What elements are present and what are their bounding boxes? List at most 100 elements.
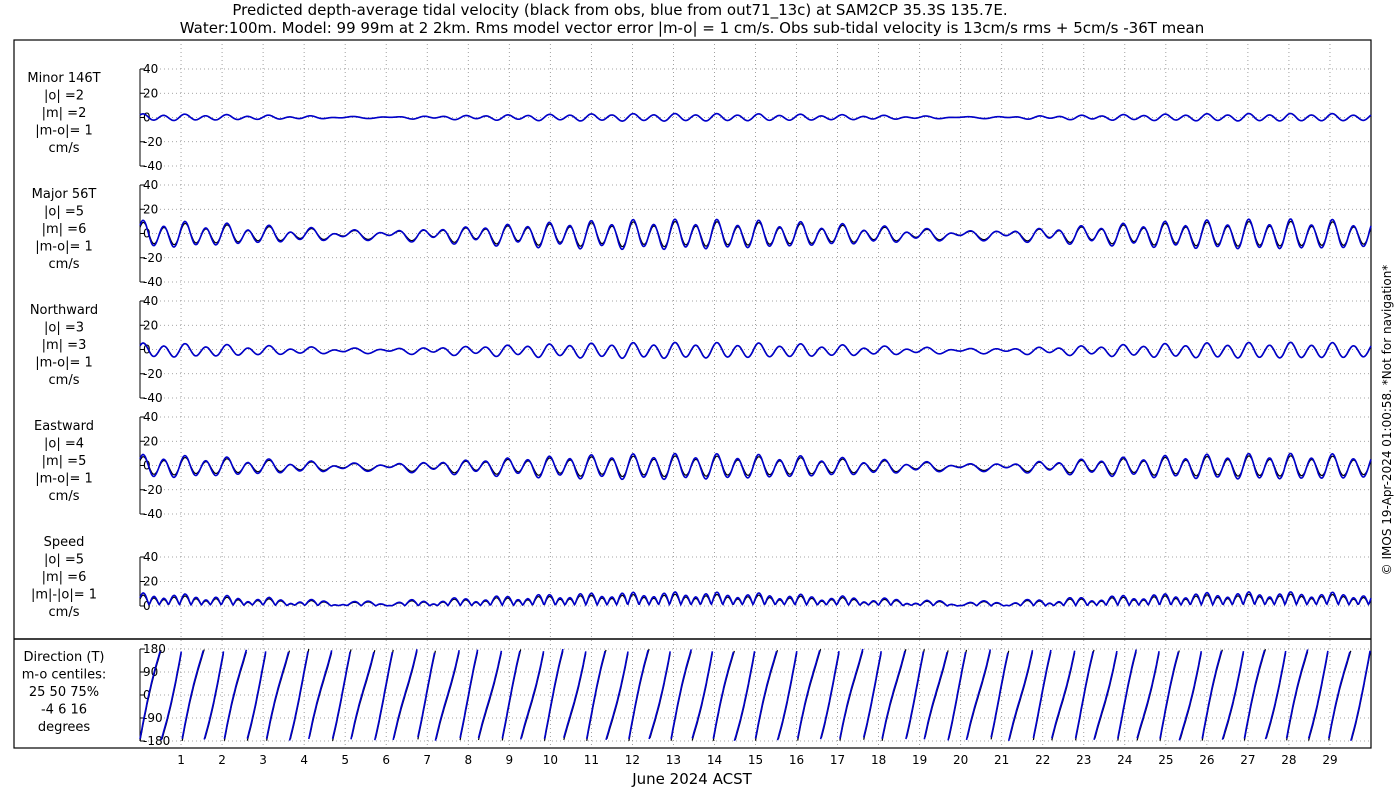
model-direction-segment — [223, 649, 248, 739]
x-axis-label: June 2024 ACST — [631, 770, 752, 788]
x-tick-label: 2 — [218, 753, 226, 767]
model-direction-segment — [477, 650, 503, 739]
x-tick-label: 10 — [543, 753, 558, 767]
y-tick-label: 40 — [143, 62, 158, 76]
model-direction-segment — [1328, 651, 1351, 739]
y-tick-label: -20 — [143, 251, 163, 265]
panel-label-line: |m-o|= 1 — [35, 356, 93, 371]
x-tick-label: 12 — [625, 753, 640, 767]
model-direction-segment — [288, 651, 309, 741]
y-tick-label: -20 — [143, 483, 163, 497]
model-direction-segment — [331, 651, 351, 739]
obs-direction-segment — [1328, 650, 1352, 741]
model-series-line — [139, 452, 1372, 481]
model-series-line — [139, 341, 1372, 360]
panel-label-line: -4 6 16 — [41, 703, 87, 718]
panel-label-line: cm/s — [49, 489, 80, 504]
model-direction-segment — [1285, 649, 1309, 739]
chart-title-line-1: Predicted depth-average tidal velocity (… — [232, 1, 1007, 20]
x-tick-label: 27 — [1240, 753, 1255, 767]
x-tick-label: 3 — [259, 753, 267, 767]
panel-label-line: |o| =4 — [44, 437, 84, 452]
x-tick-label: 29 — [1322, 753, 1337, 767]
model-direction-segment — [965, 649, 992, 741]
model-direction-segment — [923, 651, 948, 740]
model-direction-segment — [733, 651, 756, 742]
x-tick-label: 13 — [666, 753, 681, 767]
y-tick-label: 40 — [143, 178, 158, 192]
model-direction-segment — [1178, 651, 1203, 741]
x-tick-label: 23 — [1076, 753, 1091, 767]
model-direction-segment — [563, 651, 587, 739]
obs-direction-segment — [670, 651, 692, 741]
y-tick-label: -20 — [143, 135, 163, 149]
y-tick-label: 20 — [143, 575, 158, 589]
copyright-notice: © IMOS 19-Apr-2024 01:00:58. *Not for na… — [1380, 265, 1394, 576]
obs-direction-segment — [266, 650, 291, 741]
panel-label-line: |m| =6 — [42, 570, 87, 585]
y-tick-label: -40 — [143, 507, 163, 521]
x-tick-label: 1 — [177, 753, 185, 767]
panel-label-line: |m| =2 — [42, 106, 87, 121]
panel-label-line: Minor 146T — [27, 71, 100, 86]
panel-label-line: Direction (T) — [24, 650, 105, 665]
model-series-line — [139, 591, 1372, 607]
panel-label-line: |m| =3 — [42, 338, 87, 353]
model-direction-segment — [1221, 650, 1245, 740]
panel-label-line: |o| =2 — [44, 89, 84, 104]
model-direction-segment — [605, 651, 629, 741]
obs-direction-segment — [1243, 649, 1267, 741]
x-tick-label: 14 — [707, 753, 722, 767]
model-direction-segment — [459, 649, 479, 739]
panel-label-line: m-o centiles: — [22, 668, 107, 683]
x-tick-label: 24 — [1117, 753, 1132, 767]
model-direction-segment — [160, 651, 183, 741]
model-direction-segment — [947, 651, 967, 741]
x-tick-label: 8 — [464, 753, 472, 767]
x-tick-label: 19 — [912, 753, 927, 767]
tidal-velocity-chart: Predicted depth-average tidal velocity (… — [13, 1, 1394, 788]
x-tick-label: 5 — [341, 753, 349, 767]
panel-labels: Minor 146T |o| =2 |m| =2 |m-o|= 1 cm/s Major … — [22, 71, 107, 735]
y-tick-label: -180 — [143, 734, 170, 748]
panel-label-line: |m|-|o|= 1 — [31, 588, 97, 603]
x-tick-label: 18 — [871, 753, 886, 767]
x-tick-label: 7 — [423, 753, 431, 767]
x-tick-label: 6 — [382, 753, 390, 767]
panel-label-line: |o| =5 — [44, 205, 84, 220]
model-direction-segment — [1051, 650, 1076, 739]
x-tick-label: 20 — [953, 753, 968, 767]
model-direction-segment — [1350, 650, 1371, 742]
y-tick-label: 180 — [143, 642, 166, 656]
model-direction-segment — [754, 650, 778, 739]
model-direction-segment — [1032, 649, 1052, 739]
model-direction-segment — [350, 651, 375, 740]
series-layer — [139, 112, 1372, 742]
x-tick-label: 22 — [1035, 753, 1050, 767]
figure-frame — [13, 39, 1372, 749]
panel-label-line: 25 50 75% — [29, 685, 99, 700]
chart-title-line-2: Water:100m. Model: 99 99m at 2 2km. Rms … — [180, 19, 1204, 37]
model-direction-segment — [796, 650, 821, 739]
y-tick-label: 0 — [143, 343, 151, 357]
obs-direction-segment — [754, 650, 779, 741]
panel-label-line: degrees — [38, 720, 91, 735]
axis-layer: 40200-20-4040200-20-4040200-20-4040200-2… — [139, 62, 170, 748]
x-tick-label: 17 — [830, 753, 845, 767]
obs-direction-segment — [797, 649, 822, 741]
y-tick-label: 40 — [143, 410, 158, 424]
model-direction-segment — [543, 648, 564, 739]
model-direction-segment — [265, 651, 290, 739]
model-direction-segment — [434, 650, 460, 741]
panel-label-line: |m-o|= 1 — [35, 472, 93, 487]
model-direction-segment — [1074, 651, 1094, 739]
obs-direction-segment — [712, 650, 735, 741]
y-tick-label: -40 — [143, 391, 163, 405]
model-direction-segment — [1307, 650, 1329, 739]
y-tick-label: 20 — [143, 202, 158, 216]
y-tick-label: 20 — [143, 434, 158, 448]
x-tick-label: 11 — [584, 753, 599, 767]
obs-direction-segment — [839, 650, 864, 741]
panel-label-line: |o| =3 — [44, 321, 84, 336]
panel-label-line: Northward — [30, 303, 98, 318]
